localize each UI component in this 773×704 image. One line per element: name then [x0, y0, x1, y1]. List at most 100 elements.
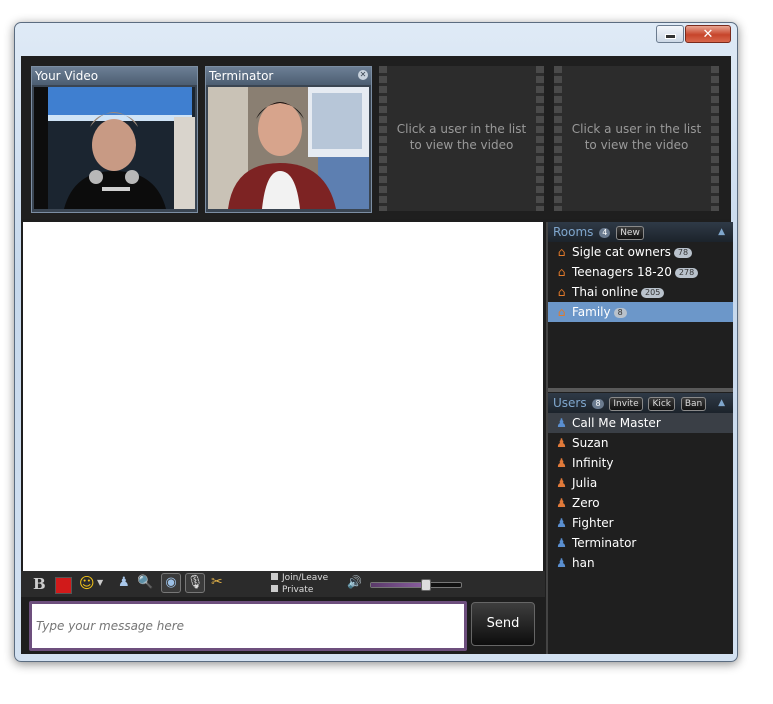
user-name: han — [572, 556, 595, 570]
close-icon: ✕ — [702, 26, 714, 42]
collapse-users-icon[interactable]: ▲ — [718, 393, 725, 413]
minimize-icon — [664, 34, 676, 39]
private-label: Private — [282, 585, 314, 595]
empty-slot-message: Click a user in the list to view the vid… — [571, 122, 702, 152]
empty-video-slot-2[interactable]: Click a user in the list to view the vid… — [554, 66, 719, 211]
video-slot-name: Terminator — [209, 69, 274, 83]
room-house-icon: ⌂ — [557, 285, 566, 299]
user-female-icon: ♟ — [556, 496, 567, 510]
room-name: Family — [572, 305, 611, 319]
volume-thumb[interactable] — [421, 579, 431, 591]
film-strip-left — [554, 66, 562, 211]
room-item[interactable]: ⌂ Thai online 205 — [548, 282, 733, 302]
webcam-icon[interactable]: ◉ — [161, 573, 181, 593]
room-item[interactable]: ⌂ Teenagers 18-20 278 — [548, 262, 733, 282]
video-strip: Your Video Terminator ✕ Click a user in … — [21, 56, 731, 219]
title-bar-buttons: ✕ — [656, 25, 731, 43]
video-slot-self[interactable]: Your Video — [31, 66, 198, 213]
user-item[interactable]: ♟ Zero — [548, 493, 733, 513]
user-male-icon: ♟ — [556, 416, 567, 430]
user-name: Fighter — [572, 516, 614, 530]
empty-slot-message: Click a user in the list to view the vid… — [396, 122, 527, 152]
terminator-video-feed — [208, 87, 369, 209]
film-strip-right — [711, 66, 719, 211]
user-item[interactable]: ♟ Julia — [548, 473, 733, 493]
video-slot-terminator[interactable]: Terminator ✕ — [205, 66, 372, 213]
chat-history[interactable] — [23, 222, 543, 571]
send-button[interactable]: Send — [471, 602, 535, 646]
room-house-icon: ⌂ — [557, 305, 566, 319]
emoticon-icon[interactable]: ☺ — [79, 574, 95, 592]
private-option[interactable]: Private — [271, 585, 313, 595]
private-checkbox[interactable] — [271, 585, 278, 592]
message-box[interactable] — [29, 601, 467, 651]
chevron-down-icon[interactable]: ▼ — [97, 578, 103, 587]
compose-toolbar: B ☺ ▼ ♟ 🔍 ◉ 🎙 ✂ Join/Leave Private 🔊 — [21, 571, 545, 597]
user-item[interactable]: ♟ Suzan — [548, 433, 733, 453]
join-leave-label: Join/Leave — [282, 573, 329, 583]
close-video-icon[interactable]: ✕ — [358, 70, 368, 80]
room-item[interactable]: ⌂ Sigle cat owners 78 — [548, 242, 733, 262]
room-count-badge: 8 — [613, 307, 627, 318]
user-item[interactable]: ♟ Infinity — [548, 453, 733, 473]
join-leave-checkbox[interactable] — [271, 573, 278, 580]
room-house-icon: ⌂ — [557, 265, 566, 279]
user-name: Infinity — [572, 456, 614, 470]
room-count-badge: 205 — [641, 287, 665, 298]
new-room-button[interactable]: New — [616, 225, 644, 240]
message-input[interactable] — [32, 604, 464, 648]
volume-slider[interactable] — [370, 579, 462, 591]
video-slot-title: Your Video — [32, 67, 197, 85]
kick-button[interactable]: Kick — [648, 396, 676, 411]
room-count-badge: 78 — [673, 247, 693, 258]
empty-video-slot-1[interactable]: Click a user in the list to view the vid… — [379, 66, 544, 211]
search-user-icon[interactable]: 🔍 — [137, 575, 153, 590]
text-color-button[interactable] — [55, 577, 72, 594]
user-male-icon: ♟ — [556, 536, 567, 550]
microphone-icon[interactable]: 🎙 — [185, 573, 205, 593]
user-female-icon: ♟ — [556, 456, 567, 470]
user-name: Julia — [572, 476, 598, 490]
user-item[interactable]: ♟ han — [548, 553, 733, 573]
rooms-header: Rooms 4 New ▲ — [548, 222, 733, 242]
film-strip-left — [379, 66, 387, 211]
user-item[interactable]: ♟ Terminator — [548, 533, 733, 553]
join-leave-option[interactable]: Join/Leave — [271, 573, 328, 583]
invite-button[interactable]: Invite — [609, 396, 643, 411]
self-video-feed — [34, 87, 195, 209]
room-name: Thai online — [572, 285, 639, 299]
room-house-icon: ⌂ — [557, 245, 566, 259]
side-panel: Rooms 4 New ▲ ⌂ Sigle cat owners 78 ⌂ Teena… — [546, 222, 733, 654]
minimize-button[interactable] — [656, 25, 684, 43]
user-item[interactable]: ♟ Fighter — [548, 513, 733, 533]
room-name: Sigle cat owners — [572, 245, 671, 259]
rooms-label: Rooms — [553, 225, 594, 239]
bold-button[interactable]: B — [33, 575, 46, 593]
volume-fill — [371, 583, 425, 587]
video-slot-title: Terminator ✕ — [206, 67, 371, 85]
user-icon[interactable]: ♟ — [118, 575, 130, 590]
user-female-icon: ♟ — [556, 436, 567, 450]
user-name: Suzan — [572, 436, 609, 450]
film-strip-right — [536, 66, 544, 211]
room-count-badge: 278 — [674, 267, 699, 278]
room-item-selected[interactable]: ⌂ Family 8 — [548, 302, 733, 322]
ban-button[interactable]: Ban — [680, 396, 707, 411]
room-name: Teenagers 18-20 — [572, 265, 672, 279]
user-male-icon: ♟ — [556, 516, 567, 530]
user-name: Zero — [572, 496, 600, 510]
user-female-icon: ♟ — [556, 476, 567, 490]
user-name: Terminator — [572, 536, 637, 550]
panel-splitter[interactable] — [548, 388, 733, 392]
app-window: ✕ Your Video Terminator ✕ Click a user i… — [14, 22, 738, 662]
user-item[interactable]: ♟ Call Me Master — [548, 413, 733, 433]
client-area: Your Video Terminator ✕ Click a user in … — [21, 56, 733, 654]
close-button[interactable]: ✕ — [685, 25, 731, 43]
collapse-rooms-icon[interactable]: ▲ — [718, 222, 725, 242]
user-name: Call Me Master — [572, 416, 661, 430]
users-label: Users — [553, 396, 587, 410]
users-count-badge: 8 — [592, 398, 604, 409]
tools-icon[interactable]: ✂ — [211, 574, 223, 590]
users-section: Users 8 Invite Kick Ban ▲ ♟ Call Me Maste… — [548, 393, 733, 573]
volume-icon: 🔊 — [347, 575, 362, 589]
